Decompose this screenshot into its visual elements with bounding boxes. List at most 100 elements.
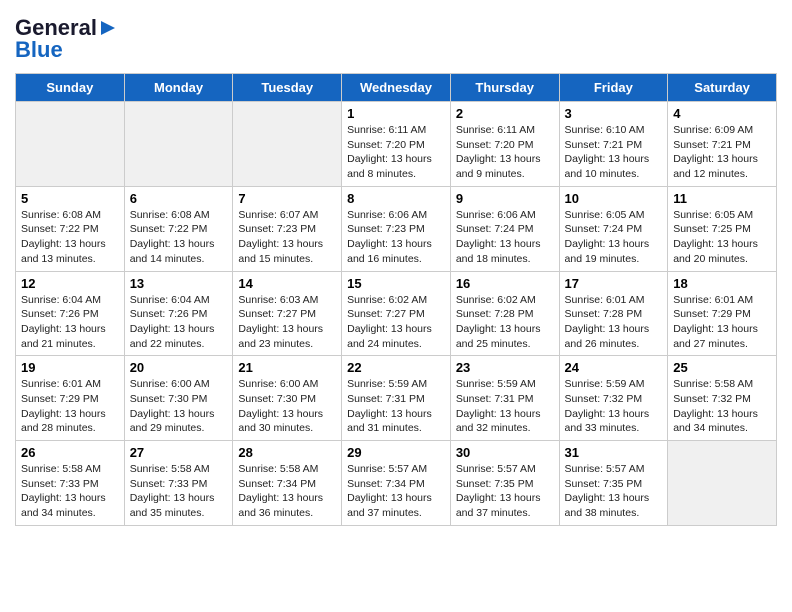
daylight-label: Daylight: 13 hours and 14 minutes. — [130, 238, 215, 265]
sunset-text: Sunset: 7:31 PM — [456, 393, 534, 405]
calendar-cell: 21 Sunrise: 6:00 AMSunset: 7:30 PMDayligh… — [233, 356, 342, 441]
calendar-cell: 6Sunrise: 6:08 AMSunset: 7:22 PMDaylight… — [124, 186, 233, 271]
sunrise-text: Sunrise: 5:59 AM — [565, 378, 645, 390]
sunset-text: Sunset: 7:32 PM — [565, 393, 643, 405]
day-info: Sunrise: 5:58 AMSunset: 7:32 PMDaylight:… — [673, 377, 771, 436]
day-info: Sunrise: 5:58 AMSunset: 7:33 PMDaylight:… — [130, 462, 228, 521]
day-info: Sunrise: 6:08 AMSunset: 7:22 PMDaylight:… — [130, 208, 228, 267]
sunrise-text: Sunrise: 6:02 AM — [347, 294, 427, 306]
calendar-cell: 8Sunrise: 6:06 AMSunset: 7:23 PMDaylight… — [342, 186, 451, 271]
calendar-cell: 14Sunrise: 6:03 AMSunset: 7:27 PMDayligh… — [233, 271, 342, 356]
calendar-cell — [233, 102, 342, 187]
calendar-week-row-3: 12Sunrise: 6:04 AMSunset: 7:26 PMDayligh… — [16, 271, 777, 356]
day-number: 9 — [456, 191, 554, 206]
calendar-cell: 17Sunrise: 6:01 AMSunset: 7:28 PMDayligh… — [559, 271, 668, 356]
daylight-label: Daylight: 13 hours and 21 minutes. — [21, 323, 106, 350]
weekday-header-wednesday: Wednesday — [342, 74, 451, 102]
calendar-cell: 12Sunrise: 6:04 AMSunset: 7:26 PMDayligh… — [16, 271, 125, 356]
calendar-cell: 19Sunrise: 6:01 AMSunset: 7:29 PMDayligh… — [16, 356, 125, 441]
daylight-label: Daylight: 13 hours and 37 minutes. — [456, 492, 541, 519]
sunset-text: Sunset: 7:25 PM — [673, 223, 751, 235]
day-info: Sunrise: 6:00 AMSunset: 7:30 PMDaylight:… — [238, 377, 336, 436]
sunrise-text: Sunrise: 6:08 AM — [130, 209, 210, 221]
day-number: 28 — [238, 445, 336, 460]
daylight-label: Daylight: 13 hours and 36 minutes. — [238, 492, 323, 519]
daylight-label: Daylight: 13 hours and 34 minutes. — [21, 492, 106, 519]
daylight-label: Daylight: 13 hours and 30 minutes. — [238, 408, 323, 435]
sunset-text: Sunset: 7:24 PM — [565, 223, 643, 235]
daylight-label: Daylight: 13 hours and 31 minutes. — [347, 408, 432, 435]
day-info: Sunrise: 5:59 AMSunset: 7:32 PMDaylight:… — [565, 377, 663, 436]
calendar-cell: 18 Sunrise: 6:01 AMSunset: 7:29 PMDayligh… — [668, 271, 777, 356]
calendar-cell — [124, 102, 233, 187]
weekday-header-thursday: Thursday — [450, 74, 559, 102]
weekday-header-saturday: Saturday — [668, 74, 777, 102]
sunrise-text: Sunrise: 6:06 AM — [456, 209, 536, 221]
calendar-cell: 31Sunrise: 5:57 AMSunset: 7:35 PMDayligh… — [559, 441, 668, 526]
day-info: Sunrise: 6:10 AMSunset: 7:21 PMDaylight:… — [565, 123, 663, 182]
sunrise-text: Sunrise: 6:07 AM — [238, 209, 318, 221]
sunrise-text: Sunrise: 6:00 AM — [130, 378, 210, 390]
day-number: 19 — [21, 360, 119, 375]
sunset-text: Sunset: 7:31 PM — [347, 393, 425, 405]
day-number: 18 — [673, 276, 771, 291]
sunset-text: Sunset: 7:34 PM — [347, 478, 425, 490]
day-info: Sunrise: 5:58 AMSunset: 7:34 PMDaylight:… — [238, 462, 336, 521]
day-number: 1 — [347, 106, 445, 121]
day-info: Sunrise: 6:08 AMSunset: 7:22 PMDaylight:… — [21, 208, 119, 267]
sunrise-text: Sunrise: 5:57 AM — [456, 463, 536, 475]
sunset-text: Sunset: 7:20 PM — [347, 139, 425, 151]
day-number: 22 — [347, 360, 445, 375]
sunset-text: Sunset: 7:24 PM — [456, 223, 534, 235]
sunrise-text: Sunrise: 6:06 AM — [347, 209, 427, 221]
day-info: Sunrise: 6:04 AM Sunset: 7:26 PM Daylight:… — [21, 293, 119, 352]
day-number: 16 — [456, 276, 554, 291]
sunrise-text: Sunrise: 6:00 AM — [238, 378, 318, 390]
calendar-cell: 23Sunrise: 5:59 AMSunset: 7:31 PMDayligh… — [450, 356, 559, 441]
sunrise-text: Sunrise: 5:57 AM — [565, 463, 645, 475]
calendar-cell — [668, 441, 777, 526]
sunrise-text: Sunrise: 6:08 AM — [21, 209, 101, 221]
calendar-cell: 2Sunrise: 6:11 AMSunset: 7:20 PMDaylight… — [450, 102, 559, 187]
day-number: 26 — [21, 445, 119, 460]
weekday-header-tuesday: Tuesday — [233, 74, 342, 102]
sunrise-text: Sunrise: 5:58 AM — [21, 463, 101, 475]
calendar-cell: 5Sunrise: 6:08 AMSunset: 7:22 PMDaylight… — [16, 186, 125, 271]
day-info: Sunrise: 6:05 AMSunset: 7:24 PMDaylight:… — [565, 208, 663, 267]
sunrise-text: Sunrise: 6:10 AM — [565, 124, 645, 136]
day-info: Sunrise: 6:03 AMSunset: 7:27 PMDaylight:… — [238, 293, 336, 352]
day-number: 15 — [347, 276, 445, 291]
sunrise-text: Sunrise: 5:58 AM — [130, 463, 210, 475]
day-number: 11 — [673, 191, 771, 206]
daylight-label: Daylight: 13 hours and 29 minutes. — [130, 408, 215, 435]
daylight-label: Daylight: 13 hours and 34 minutes. — [673, 408, 758, 435]
day-number: 31 — [565, 445, 663, 460]
sunset-text: Sunset: 7:28 PM — [565, 308, 643, 320]
daylight-label: Daylight: 13 hours and 15 minutes. — [238, 238, 323, 265]
sunrise-text: Sunrise: 6:04 AM — [21, 294, 101, 306]
sunset-text: Sunset: 7:20 PM — [456, 139, 534, 151]
page-header: General Blue — [15, 15, 777, 63]
day-number: 30 — [456, 445, 554, 460]
calendar-week-row-5: 26 Sunrise: 5:58 AMSunset: 7:33 PMDayligh… — [16, 441, 777, 526]
sunset-text: Sunset: 7:26 PM — [21, 308, 99, 320]
sunrise-text: Sunrise: 5:58 AM — [673, 378, 753, 390]
day-number: 21 — [238, 360, 336, 375]
daylight-label: Daylight: 13 hours and 9 minutes. — [456, 153, 541, 180]
sunset-text: Sunset: 7:27 PM — [347, 308, 425, 320]
calendar-cell: 28 Sunrise: 5:58 AMSunset: 7:34 PMDayligh… — [233, 441, 342, 526]
sunset-text: Sunset: 7:30 PM — [130, 393, 208, 405]
calendar-cell: 7Sunrise: 6:07 AMSunset: 7:23 PMDaylight… — [233, 186, 342, 271]
day-info: Sunrise: 6:01 AMSunset: 7:29 PMDaylight:… — [673, 293, 771, 352]
calendar-cell: 24Sunrise: 5:59 AMSunset: 7:32 PMDayligh… — [559, 356, 668, 441]
daylight-label: Daylight: 13 hours and 38 minutes. — [565, 492, 650, 519]
sunrise-text: Sunrise: 6:02 AM — [456, 294, 536, 306]
logo-blue: Blue — [15, 37, 63, 63]
logo: General Blue — [15, 15, 117, 63]
daylight-label: Daylight: 13 hours and 18 minutes. — [456, 238, 541, 265]
day-info: Sunrise: 5:59 AMSunset: 7:31 PMDaylight:… — [347, 377, 445, 436]
daylight-label: Daylight: 13 hours and 27 minutes. — [673, 323, 758, 350]
calendar-cell: 27Sunrise: 5:58 AMSunset: 7:33 PMDayligh… — [124, 441, 233, 526]
calendar-cell: 9 Sunrise: 6:06 AM Sunset: 7:24 PM Daylight… — [450, 186, 559, 271]
sunset-text: Sunset: 7:21 PM — [565, 139, 643, 151]
